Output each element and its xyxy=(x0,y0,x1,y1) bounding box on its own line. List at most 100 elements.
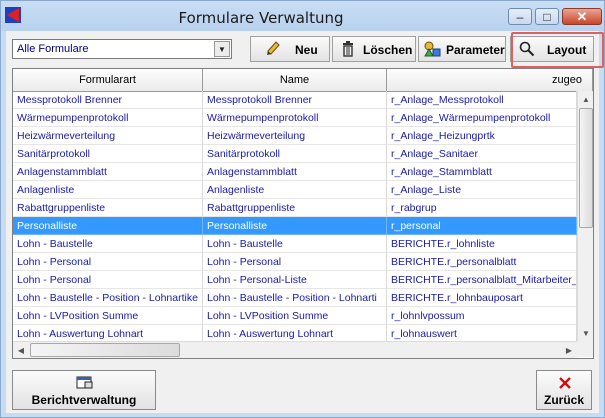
table-cell: Lohn - Baustelle xyxy=(203,235,387,253)
table-cell: r_Anlage_Liste xyxy=(387,181,577,199)
vertical-scroll-thumb[interactable] xyxy=(579,108,593,228)
table-cell: Lohn - Personal xyxy=(13,253,203,271)
table-row[interactable]: Rabattgruppenliste Rabattgruppenliste r_ra… xyxy=(13,199,577,217)
table-row[interactable]: Messprotokoll Brenner Messprotokoll Brenn… xyxy=(13,91,577,109)
table-cell: Personalliste xyxy=(203,217,387,235)
table-cell: Messprotokoll Brenner xyxy=(203,91,387,109)
form-filter-value: Alle Formulare xyxy=(17,43,89,55)
back-button[interactable]: Zurück xyxy=(536,370,592,410)
table-cell: BERICHTE.r_personalblatt xyxy=(387,253,577,271)
table-row[interactable]: Wärmepumpenprotokoll Wärmepumpenprotokoll… xyxy=(13,109,577,127)
table-cell: Heizwärmeverteilung xyxy=(203,127,387,145)
table-row[interactable]: Lohn - LVPosition Summe Lohn - LVPosition… xyxy=(13,307,577,325)
table-cell: r_personal xyxy=(387,217,577,235)
table-cell: Sanitärprotokoll xyxy=(203,145,387,163)
table-row[interactable]: Anlagenstammblatt Anlagenstammblatt r_Anla… xyxy=(13,163,577,181)
pencil-icon xyxy=(267,41,280,55)
parameter-button[interactable]: Parameter xyxy=(418,36,506,62)
delete-button-label: Löschen xyxy=(363,43,413,57)
table-row[interactable]: Lohn - Personal Lohn - Personal BERICHTE.r… xyxy=(13,253,577,271)
table-row[interactable]: Personalliste Personalliste r_personal xyxy=(13,217,577,235)
table-cell: Lohn - Baustelle - Position - Lohnarti xyxy=(203,289,387,307)
scroll-up-icon[interactable]: ▲ xyxy=(578,91,593,107)
form-filter-select[interactable]: Alle Formulare ▼ xyxy=(12,39,232,59)
table-cell: BERICHTE.r_personalblatt_Mitarbeiter_ xyxy=(387,271,577,289)
table-cell: BERICHTE.r_lohnbauposart xyxy=(387,289,577,307)
table-cell: Lohn - Baustelle xyxy=(13,235,203,253)
close-icon: ✕ xyxy=(576,8,588,24)
title-bar: Formulare Verwaltung – □ ✕ xyxy=(1,1,604,31)
chevron-down-icon[interactable]: ▼ xyxy=(214,41,230,57)
table-row[interactable]: Anlagenliste Anlagenliste r_Anlage_Liste xyxy=(13,181,577,199)
table-row[interactable]: Lohn - Baustelle Lohn - Baustelle BERICHTE… xyxy=(13,235,577,253)
table-row[interactable]: Lohn - Personal Lohn - Personal-Liste BERI… xyxy=(13,271,577,289)
table-cell: r_Anlage_Heizungprtk xyxy=(387,127,577,145)
shapes-settings-icon xyxy=(424,41,441,57)
table-cell: Anlagenstammblatt xyxy=(203,163,387,181)
client-area: Alle Formulare ▼ Neu Löschen Parameter L… xyxy=(6,31,599,413)
table-cell: Anlagenliste xyxy=(203,181,387,199)
table-cell: Rabattgruppenliste xyxy=(13,199,203,217)
close-window-button[interactable]: ✕ xyxy=(562,8,602,25)
table-cell: Lohn - Auswertung Lohnart xyxy=(13,325,203,341)
forms-table: Formularart Name zugeo Messprotokoll Bre… xyxy=(12,68,594,359)
report-management-label: Berichtverwaltung xyxy=(31,393,137,407)
vertical-scrollbar[interactable]: ▲ ▼ xyxy=(577,91,593,341)
table-row[interactable]: Heizwärmeverteilung Heizwärmeverteilung r_… xyxy=(13,127,577,145)
scrollbar-corner xyxy=(577,341,593,357)
layout-highlight-box xyxy=(511,32,604,68)
table-cell: Sanitärprotokoll xyxy=(13,145,203,163)
table-cell: Messprotokoll Brenner xyxy=(13,91,203,109)
table-cell: Personalliste xyxy=(13,217,203,235)
table-cell: BERICHTE.r_lohnliste xyxy=(387,235,577,253)
table-cell: Lohn - LVPosition Summe xyxy=(13,307,203,325)
back-button-label: Zurück xyxy=(543,393,584,407)
table-body: Messprotokoll Brenner Messprotokoll Brenn… xyxy=(13,91,577,341)
table-cell: Lohn - Personal-Liste xyxy=(203,271,387,289)
table-cell: r_Anlage_Sanitaer xyxy=(387,145,577,163)
report-management-button[interactable]: Berichtverwaltung xyxy=(12,370,156,410)
table-cell: Lohn - Personal xyxy=(203,253,387,271)
column-header-name[interactable]: Name xyxy=(203,69,387,91)
table-cell: Lohn - Baustelle - Position - Lohnartike xyxy=(13,289,203,307)
table-cell: r_Anlage_Stammblatt xyxy=(387,163,577,181)
table-cell: Wärmepumpenprotokoll xyxy=(13,109,203,127)
minimize-button[interactable]: – xyxy=(508,8,532,25)
trash-icon xyxy=(343,41,353,57)
horizontal-scrollbar[interactable]: ◀ ▶ xyxy=(13,341,577,358)
new-button[interactable]: Neu xyxy=(250,36,330,62)
close-x-icon xyxy=(559,377,571,389)
table-cell: r_Anlage_Wärmepumpenprotokoll xyxy=(387,109,577,127)
table-cell: Wärmepumpenprotokoll xyxy=(203,109,387,127)
window-title: Formulare Verwaltung xyxy=(178,9,344,27)
table-cell: Anlagenliste xyxy=(13,181,203,199)
table-row[interactable]: Lohn - Auswertung Lohnart Lohn - Auswertu… xyxy=(13,325,577,341)
table-cell: Rabattgruppenliste xyxy=(203,199,387,217)
maximize-icon: □ xyxy=(543,9,551,24)
table-cell: r_lohnauswert xyxy=(387,325,577,341)
column-header-zugeordnet[interactable]: zugeo xyxy=(387,69,593,91)
formulare-window: Formulare Verwaltung – □ ✕ Alle Formular… xyxy=(0,0,605,418)
scroll-right-icon[interactable]: ▶ xyxy=(561,342,577,358)
minimize-icon: – xyxy=(516,9,524,24)
table-row[interactable]: Sanitärprotokoll Sanitärprotokoll r_Anlage… xyxy=(13,145,577,163)
column-header-formularart[interactable]: Formularart xyxy=(13,69,203,91)
table-row[interactable]: Lohn - Baustelle - Position - Lohnartike… xyxy=(13,289,577,307)
horizontal-scroll-thumb[interactable] xyxy=(30,343,180,357)
new-button-label: Neu xyxy=(295,43,318,57)
table-cell: r_rabgrup xyxy=(387,199,577,217)
table-cell: Lohn - Personal xyxy=(13,271,203,289)
parameter-button-label: Parameter xyxy=(446,43,505,57)
table-cell: r_lohnlvpossum xyxy=(387,307,577,325)
table-cell: Lohn - Auswertung Lohnart xyxy=(203,325,387,341)
table-header: Formularart Name zugeo xyxy=(13,69,593,92)
report-window-icon xyxy=(76,376,93,389)
scroll-down-icon[interactable]: ▼ xyxy=(578,325,593,341)
scroll-left-icon[interactable]: ◀ xyxy=(13,342,29,358)
table-cell: Anlagenstammblatt xyxy=(13,163,203,181)
delete-button[interactable]: Löschen xyxy=(332,36,416,62)
maximize-button[interactable]: □ xyxy=(535,8,559,25)
table-cell: Lohn - LVPosition Summe xyxy=(203,307,387,325)
table-cell: r_Anlage_Messprotokoll xyxy=(387,91,577,109)
table-cell: Heizwärmeverteilung xyxy=(13,127,203,145)
